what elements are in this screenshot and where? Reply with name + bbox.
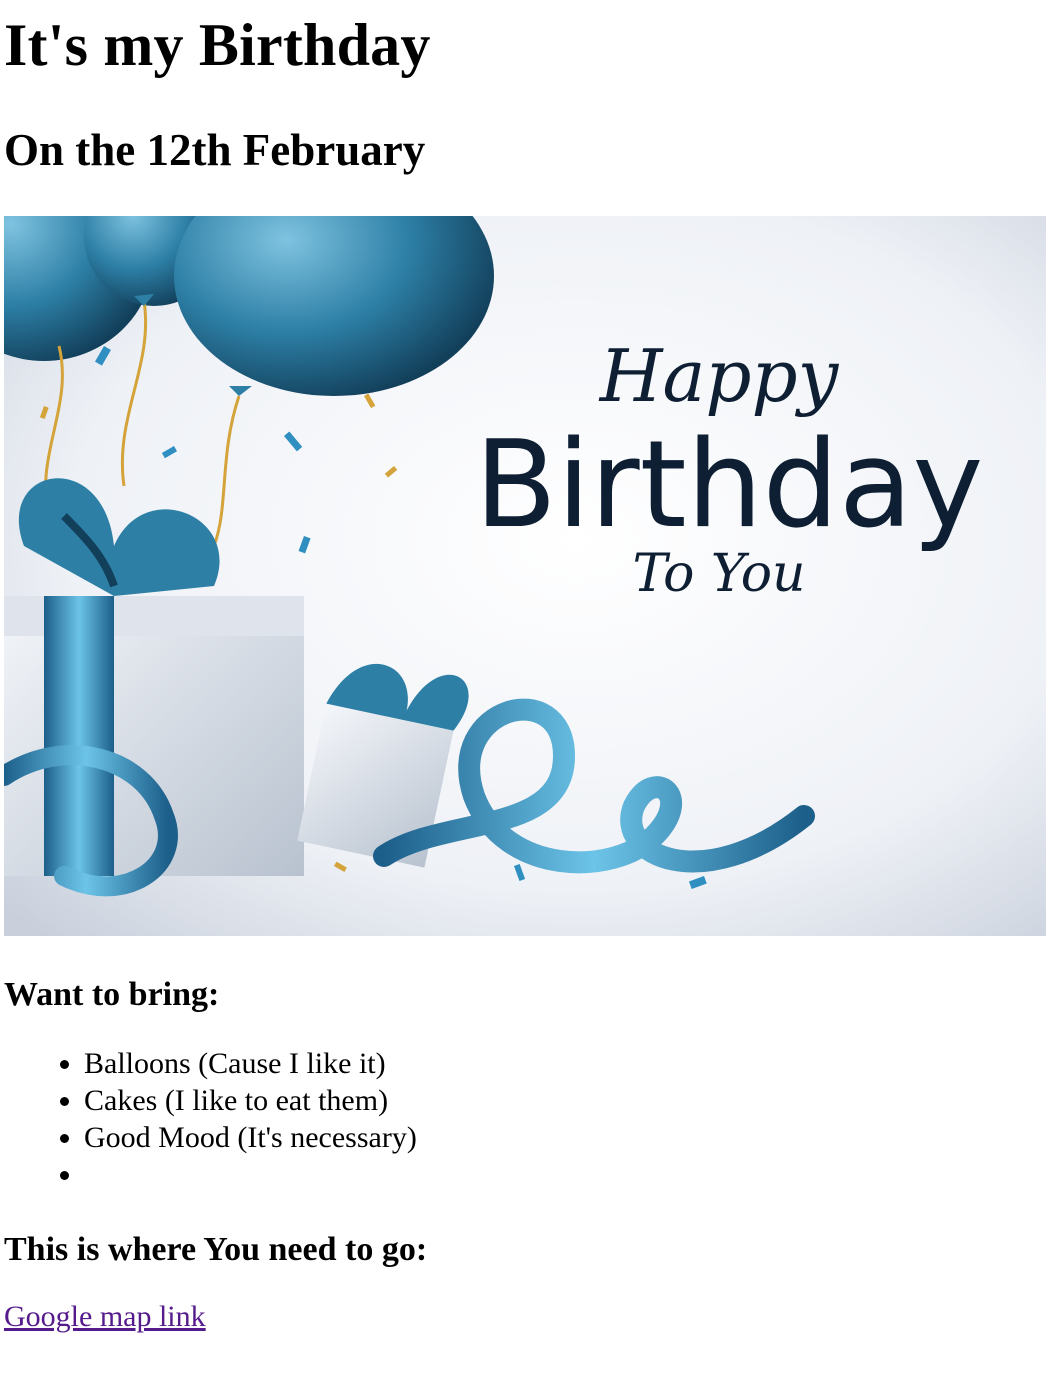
list-item: Cakes (I like to eat them)	[84, 1082, 1056, 1119]
bring-section-title: Want to bring:	[4, 975, 220, 1013]
list-item: Balloons (Cause I like it)	[84, 1045, 1056, 1082]
page-subtitle: On the 12th February	[4, 125, 426, 175]
page-content: It's my Birthday On the 12th February Ha…	[0, 14, 1060, 1333]
svg-text:Birthday: Birthday	[475, 416, 984, 555]
list-item: Good Mood (It's necessary)	[84, 1119, 1056, 1156]
bring-list: Balloons (Cause I like it) Cakes (I like…	[4, 1045, 1056, 1193]
svg-text:To You: To You	[632, 544, 805, 604]
svg-text:Happy: Happy	[598, 334, 840, 418]
list-item	[84, 1156, 1056, 1193]
page-title: It's my Birthday	[4, 12, 431, 78]
birthday-banner-image: Happy Birthday To You	[4, 215, 1046, 936]
directions-section-title: This is where You need to go:	[4, 1230, 428, 1268]
directions-paragraph: Google map link	[4, 1300, 1056, 1333]
google-map-link[interactable]: Google map link	[4, 1300, 206, 1333]
